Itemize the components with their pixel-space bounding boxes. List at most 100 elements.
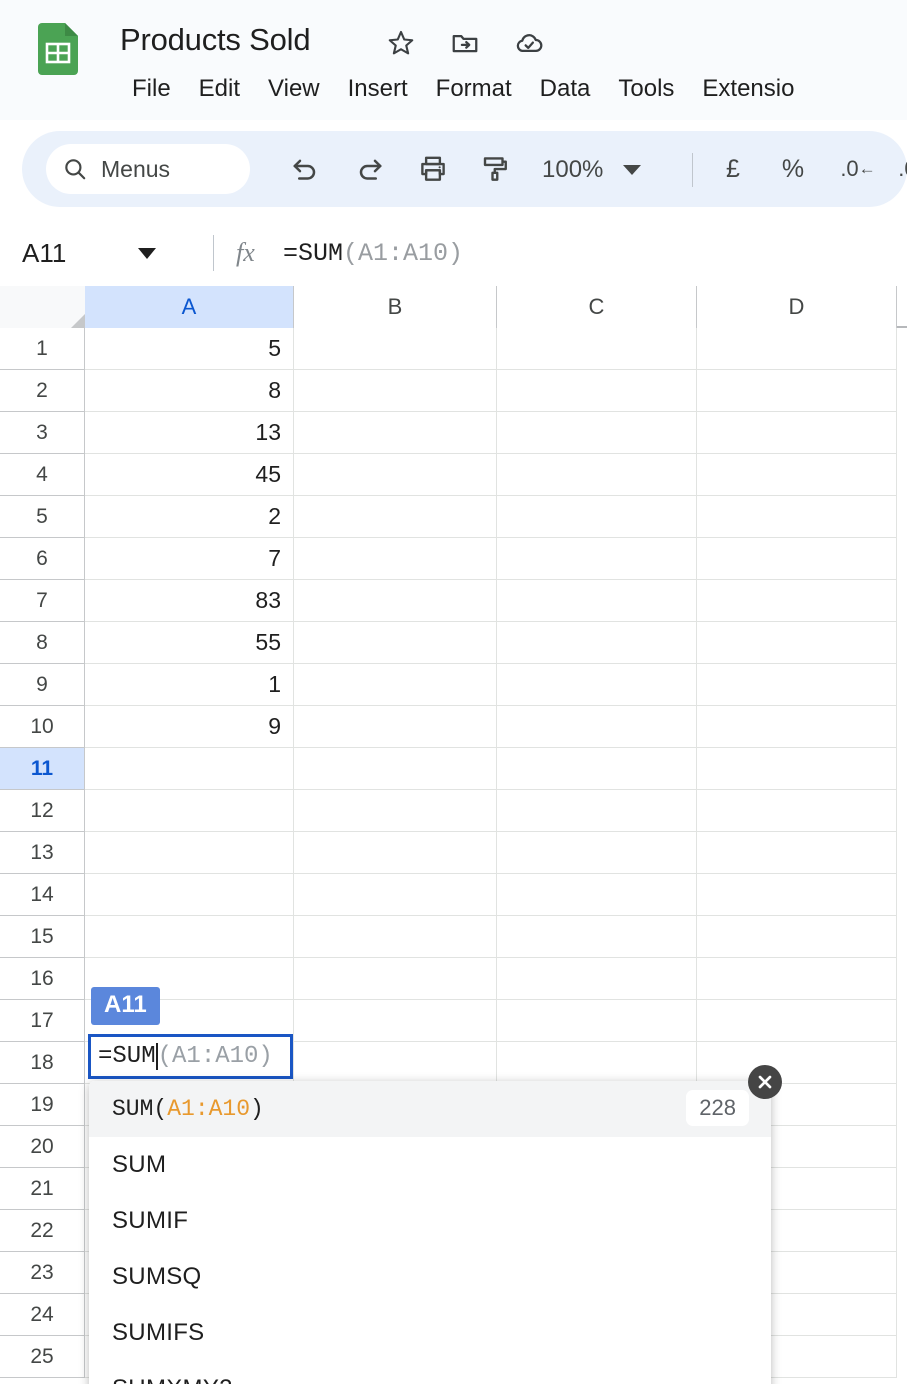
cell-c9[interactable] (497, 664, 697, 706)
menu-item-extensions[interactable]: Extensio (688, 72, 808, 106)
menu-item-view[interactable]: View (254, 72, 334, 106)
menu-item-edit[interactable]: Edit (185, 72, 254, 106)
cell-b10[interactable] (294, 706, 497, 748)
undo-button[interactable] (284, 148, 326, 190)
row-header[interactable]: 8 (0, 622, 85, 664)
cell-c13[interactable] (497, 832, 697, 874)
cell-d12[interactable] (697, 790, 897, 832)
cell-c18[interactable] (497, 1042, 697, 1084)
autocomplete-suggestion-active[interactable]: SUM(A1:A10) 228 (89, 1081, 771, 1137)
cell-a1[interactable]: 5 (85, 328, 294, 370)
cell-b14[interactable] (294, 874, 497, 916)
row-header[interactable]: 14 (0, 874, 85, 916)
cell-b3[interactable] (294, 412, 497, 454)
cell-c4[interactable] (497, 454, 697, 496)
currency-format-button[interactable]: £ (716, 149, 750, 189)
increase-decimal-button[interactable]: .00→ (898, 149, 907, 189)
cell-a10[interactable]: 9 (85, 706, 294, 748)
row-header[interactable]: 25 (0, 1336, 85, 1378)
cell-a15[interactable] (85, 916, 294, 958)
menu-item-data[interactable]: Data (526, 72, 605, 106)
cell-a4[interactable]: 45 (85, 454, 294, 496)
row-header[interactable]: 13 (0, 832, 85, 874)
cell-d9[interactable] (697, 664, 897, 706)
zoom-selector[interactable]: 100% (542, 150, 642, 190)
star-icon[interactable] (386, 28, 416, 58)
cell-c15[interactable] (497, 916, 697, 958)
cell-c3[interactable] (497, 412, 697, 454)
cell-d17[interactable] (697, 1000, 897, 1042)
cell-d1[interactable] (697, 328, 897, 370)
cell-d5[interactable] (697, 496, 897, 538)
cell-c10[interactable] (497, 706, 697, 748)
row-header[interactable]: 16 (0, 958, 85, 1000)
row-header[interactable]: 20 (0, 1126, 85, 1168)
cell-c6[interactable] (497, 538, 697, 580)
cell-c5[interactable] (497, 496, 697, 538)
row-header[interactable]: 11 (0, 748, 85, 790)
cell-d13[interactable] (697, 832, 897, 874)
cell-c8[interactable] (497, 622, 697, 664)
cell-a9[interactable]: 1 (85, 664, 294, 706)
cell-b1[interactable] (294, 328, 497, 370)
row-header[interactable]: 19 (0, 1084, 85, 1126)
menu-item-tools[interactable]: Tools (604, 72, 688, 106)
cell-b8[interactable] (294, 622, 497, 664)
name-box[interactable]: A11 (22, 220, 157, 286)
row-header[interactable]: 6 (0, 538, 85, 580)
row-header[interactable]: 10 (0, 706, 85, 748)
column-header-a[interactable]: A (85, 286, 294, 328)
cell-b4[interactable] (294, 454, 497, 496)
menu-item-insert[interactable]: Insert (334, 72, 422, 106)
column-header-c[interactable]: C (497, 286, 697, 328)
menu-item-format[interactable]: Format (422, 72, 526, 106)
cell-editor-a11[interactable]: =SUM (A1:A10) (88, 1034, 293, 1079)
paint-format-button[interactable] (474, 148, 516, 190)
cell-b18[interactable] (294, 1042, 497, 1084)
cell-b9[interactable] (294, 664, 497, 706)
row-header[interactable]: 22 (0, 1210, 85, 1252)
column-header-b[interactable]: B (294, 286, 497, 328)
autocomplete-item-sum[interactable]: SUM (89, 1137, 771, 1193)
cell-b2[interactable] (294, 370, 497, 412)
close-autocomplete-button[interactable] (748, 1065, 782, 1099)
row-header[interactable]: 1 (0, 328, 85, 370)
row-header[interactable]: 7 (0, 580, 85, 622)
cell-d10[interactable] (697, 706, 897, 748)
cell-a14[interactable] (85, 874, 294, 916)
cell-c16[interactable] (497, 958, 697, 1000)
cell-d2[interactable] (697, 370, 897, 412)
sheets-logo-icon[interactable] (38, 23, 78, 75)
cell-a8[interactable]: 55 (85, 622, 294, 664)
percent-format-button[interactable]: % (776, 149, 810, 189)
cell-c14[interactable] (497, 874, 697, 916)
cell-c7[interactable] (497, 580, 697, 622)
cell-b12[interactable] (294, 790, 497, 832)
cell-d8[interactable] (697, 622, 897, 664)
cell-b5[interactable] (294, 496, 497, 538)
cell-d16[interactable] (697, 958, 897, 1000)
cell-b16[interactable] (294, 958, 497, 1000)
cell-d15[interactable] (697, 916, 897, 958)
cell-c17[interactable] (497, 1000, 697, 1042)
cell-b7[interactable] (294, 580, 497, 622)
row-header[interactable]: 18 (0, 1042, 85, 1084)
search-input[interactable]: Menus (46, 144, 250, 194)
autocomplete-item-sumif[interactable]: SUMIF (89, 1193, 771, 1249)
autocomplete-item-sumsq[interactable]: SUMSQ (89, 1249, 771, 1305)
formula-input[interactable]: =SUM (A1:A10) (283, 220, 463, 286)
cell-a2[interactable]: 8 (85, 370, 294, 412)
row-header[interactable]: 24 (0, 1294, 85, 1336)
cell-b6[interactable] (294, 538, 497, 580)
autocomplete-item-sumifs[interactable]: SUMIFS (89, 1305, 771, 1361)
menu-item-file[interactable]: File (118, 72, 185, 106)
cell-a7[interactable]: 83 (85, 580, 294, 622)
cell-b15[interactable] (294, 916, 497, 958)
row-header[interactable]: 17 (0, 1000, 85, 1042)
cell-d14[interactable] (697, 874, 897, 916)
cell-d18[interactable] (697, 1042, 897, 1084)
decrease-decimal-button[interactable]: .0 ← (834, 149, 882, 189)
row-header[interactable]: 3 (0, 412, 85, 454)
row-header[interactable]: 12 (0, 790, 85, 832)
autocomplete-item-sumxmy2[interactable]: SUMXMY2 (89, 1361, 771, 1384)
